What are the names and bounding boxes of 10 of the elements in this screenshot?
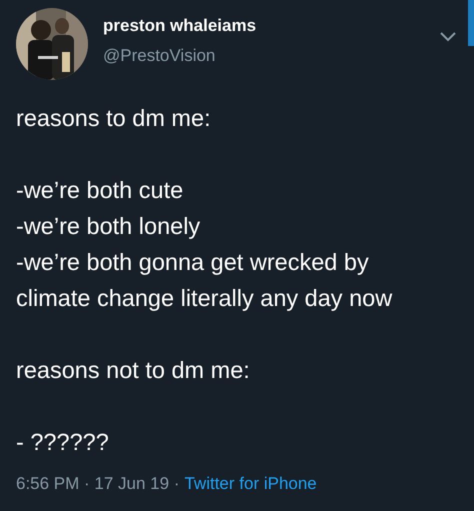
timestamp: 6:56 PM · 17 Jun 19 · [16, 474, 180, 493]
author-name[interactable]: preston whaleiams [103, 16, 256, 36]
author-handle[interactable]: @PrestoVision [103, 46, 256, 66]
scrollbar [468, 0, 474, 46]
tweet-paragraph: - ?????? [16, 428, 110, 457]
tweet-paragraph: -we’re both cute -we’re both lonely -we’re both gonna get wrecked by climate change literally any day now [16, 176, 394, 313]
source-link[interactable]: Twitter for iPhone [184, 474, 317, 493]
tweet-paragraph: reasons to dm me: [16, 104, 212, 133]
tweet-paragraph: reasons not to dm me: [16, 356, 251, 385]
chevron-down-icon[interactable] [440, 32, 456, 42]
